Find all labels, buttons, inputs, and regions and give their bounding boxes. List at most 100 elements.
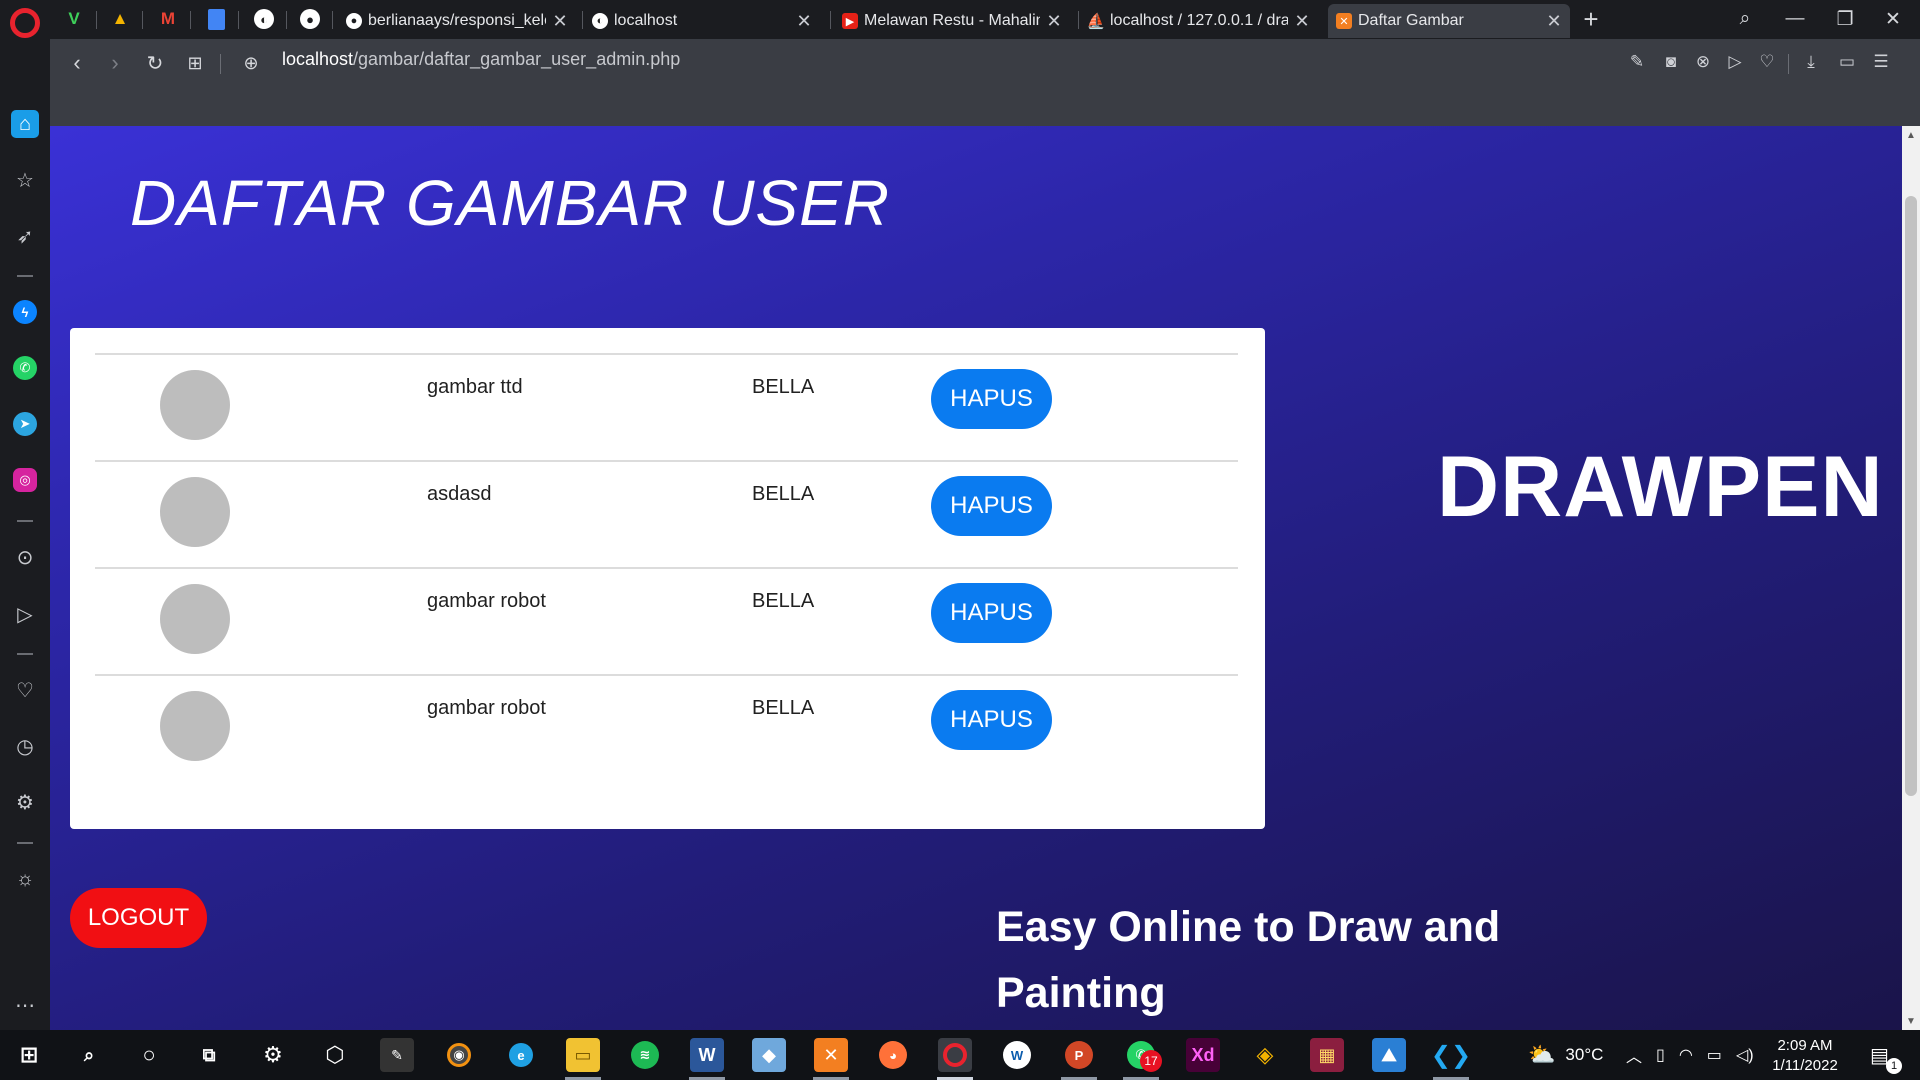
tab-daftar-gambar[interactable]: ✕ Daftar Gambar ✕: [1328, 4, 1570, 38]
close-tab-icon[interactable]: ✕: [1046, 11, 1062, 32]
edge-icon[interactable]: e: [504, 1038, 538, 1072]
image-owner: BELLA: [752, 697, 815, 719]
new-tab-button[interactable]: +: [1576, 4, 1606, 34]
telegram-icon[interactable]: ➤: [11, 410, 39, 438]
winrar-icon[interactable]: ▦: [1310, 1038, 1344, 1072]
scroll-down-arrow-icon[interactable]: ▼: [1902, 1012, 1920, 1030]
image-owner: BELLA: [752, 376, 815, 398]
notification-center-icon[interactable]: ▤: [1870, 1030, 1889, 1080]
tab-localhost[interactable]: ◐ localhost ✕: [584, 4, 820, 38]
restore-icon[interactable]: ❐: [1830, 4, 1860, 34]
powerpoint-icon[interactable]: P: [1062, 1038, 1096, 1072]
bookmark-heart-icon[interactable]: ♡: [1754, 49, 1780, 75]
pinned-tab-docs-icon[interactable]: [204, 7, 228, 31]
flow-send-icon[interactable]: ▷: [11, 600, 39, 628]
image-title: gambar robot: [427, 590, 546, 612]
photos-icon[interactable]: ⛰: [1372, 1038, 1406, 1072]
close-tab-icon[interactable]: ✕: [1294, 11, 1310, 32]
vscode-icon[interactable]: ❮❯: [1431, 1038, 1471, 1072]
file-explorer-icon[interactable]: ▭: [566, 1038, 600, 1072]
pinned-tab-github-icon[interactable]: ●: [298, 7, 322, 31]
windows-start-icon[interactable]: ⊞: [12, 1038, 46, 1072]
cortana-icon[interactable]: ○: [132, 1038, 166, 1072]
word-icon[interactable]: W: [690, 1038, 724, 1072]
page-title: DAFTAR GAMBAR USER: [130, 167, 890, 239]
task-view-icon[interactable]: ⧉: [192, 1038, 226, 1072]
delete-button[interactable]: HAPUS: [931, 583, 1052, 643]
xampp-icon: ✕: [1336, 13, 1352, 29]
volume-icon[interactable]: ◁): [1736, 1045, 1754, 1065]
page-scrollbar[interactable]: ▲ ▼: [1902, 126, 1920, 1030]
downloads-icon[interactable]: ⤓: [1798, 49, 1824, 75]
firefox-icon[interactable]: ◕: [876, 1038, 910, 1072]
star-icon[interactable]: ☆: [11, 166, 39, 194]
clock[interactable]: 2:09 AM 1/11/2022: [1762, 1036, 1848, 1076]
close-window-icon[interactable]: ✕: [1878, 4, 1908, 34]
sticky-app-icon[interactable]: ◆: [752, 1038, 786, 1072]
table-row: gambar robot BELLA HAPUS: [95, 674, 1238, 781]
battery-saver-icon[interactable]: ▭: [1834, 49, 1860, 75]
scroll-up-arrow-icon[interactable]: ▲: [1902, 126, 1920, 144]
player-icon[interactable]: ⊙: [11, 543, 39, 571]
phone-link-icon[interactable]: ▯: [1656, 1045, 1665, 1065]
pinned-tab-gmail-icon[interactable]: M: [156, 7, 180, 31]
wps-icon[interactable]: W: [1000, 1038, 1034, 1072]
xampp-icon[interactable]: ✕: [814, 1038, 848, 1072]
pinned-tab-vtop-icon[interactable]: V: [62, 7, 86, 31]
forward-icon[interactable]: ›: [100, 48, 130, 78]
search-icon[interactable]: ⌕: [72, 1038, 106, 1072]
media-player-icon[interactable]: ◉: [442, 1038, 476, 1072]
scrollbar-thumb[interactable]: [1905, 196, 1917, 796]
table-row: asdasd BELLA HAPUS: [95, 460, 1238, 567]
send-icon[interactable]: ▷: [1722, 49, 1748, 75]
reload-icon[interactable]: ↻: [140, 48, 170, 78]
close-tab-icon[interactable]: ✕: [796, 11, 812, 32]
opera-logo-icon[interactable]: [10, 8, 40, 38]
show-hidden-icons-chevron-icon[interactable]: ︿: [1626, 1043, 1642, 1067]
ad-blocker-icon[interactable]: ⊗: [1690, 49, 1716, 75]
tips-lightbulb-icon[interactable]: ☼: [11, 865, 39, 893]
snapshot-camera-icon[interactable]: ◙: [1658, 49, 1684, 75]
url-field[interactable]: localhost/gambar/daftar_gambar_user_admi…: [282, 49, 680, 70]
table-row: gambar robot BELLA HAPUS: [95, 567, 1238, 674]
tab-youtube[interactable]: ▶ Melawan Restu - Mahalini ✕: [834, 4, 1070, 38]
close-tab-icon[interactable]: ✕: [552, 11, 568, 32]
delete-button[interactable]: HAPUS: [931, 369, 1052, 429]
opera-icon[interactable]: [938, 1038, 972, 1072]
sketchup-icon[interactable]: ◈: [1248, 1038, 1282, 1072]
tab-github-repo[interactable]: ● berlianaays/responsi_kelom ✕: [338, 4, 576, 38]
site-info-globe-icon[interactable]: ⊕: [236, 48, 266, 78]
wacom-icon[interactable]: ✎: [380, 1038, 414, 1072]
brand-name: DRAWPEN: [1437, 439, 1884, 535]
speed-dial-icon[interactable]: ⊞: [180, 48, 210, 78]
home-icon[interactable]: ⌂: [11, 110, 39, 138]
instagram-icon[interactable]: ◎: [11, 466, 39, 494]
settings-gear-icon[interactable]: ⚙: [11, 788, 39, 816]
easy-setup-icon[interactable]: ☰: [1868, 49, 1894, 75]
history-clock-icon[interactable]: ◷: [11, 732, 39, 760]
whatsapp-icon[interactable]: ✆: [11, 354, 39, 382]
delete-button[interactable]: HAPUS: [931, 690, 1052, 750]
image-title: gambar robot: [427, 697, 546, 719]
search-tabs-icon[interactable]: ⌕: [1730, 4, 1760, 34]
delete-button[interactable]: HAPUS: [931, 476, 1052, 536]
rocket-icon[interactable]: ➶: [11, 222, 39, 250]
pinned-tab-globe-icon[interactable]: ◐: [252, 7, 276, 31]
logout-button[interactable]: LOGOUT: [70, 888, 207, 948]
settings-icon[interactable]: ⚙: [256, 1038, 290, 1072]
tab-phpmyadmin[interactable]: ⛵ localhost / 127.0.0.1 / draw ✕: [1080, 4, 1318, 38]
pinned-tab-drive-icon[interactable]: ▲: [108, 7, 132, 31]
back-icon[interactable]: ‹: [62, 48, 92, 78]
bookmarks-heart-icon[interactable]: ♡: [11, 676, 39, 704]
spotify-icon[interactable]: ≋: [628, 1038, 662, 1072]
3d-viewer-icon[interactable]: ⬡: [318, 1038, 352, 1072]
close-tab-icon[interactable]: ✕: [1546, 11, 1562, 32]
minimize-icon[interactable]: —: [1780, 4, 1810, 34]
weather-widget[interactable]: ⛅ 30°C: [1528, 1030, 1603, 1080]
share-icon[interactable]: ✎: [1624, 49, 1650, 75]
adobe-xd-icon[interactable]: Xd: [1186, 1038, 1220, 1072]
more-icon[interactable]: ⋯: [11, 991, 39, 1019]
battery-icon[interactable]: ▭: [1707, 1045, 1722, 1065]
messenger-icon[interactable]: ϟ: [11, 298, 39, 326]
wifi-icon[interactable]: ◠: [1679, 1045, 1693, 1065]
